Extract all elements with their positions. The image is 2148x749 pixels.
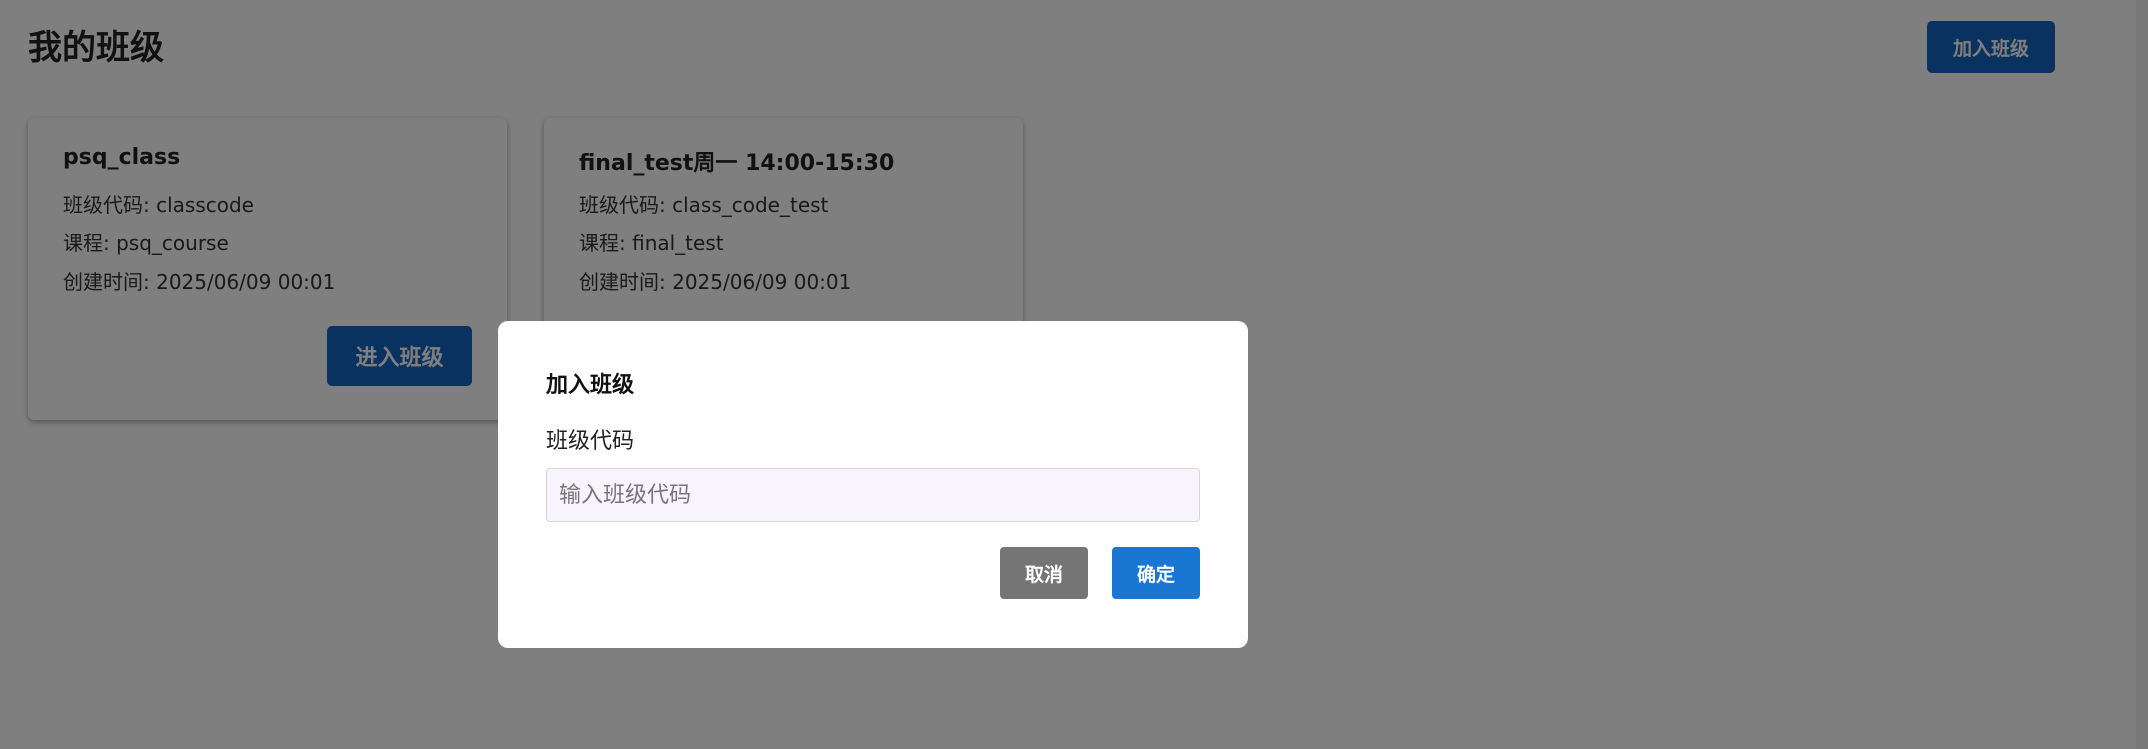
class-code-label: 班级代码 xyxy=(546,429,635,454)
confirm-button[interactable]: 确定 xyxy=(1112,547,1200,599)
page: 我的班级 加入班级 psq_class 班级代码: classcode 课程: … xyxy=(0,0,2148,749)
cancel-button[interactable]: 取消 xyxy=(1000,547,1088,599)
dialog-title: 加入班级 xyxy=(546,373,635,398)
join-class-dialog: 加入班级 班级代码 取消 确定 xyxy=(498,321,1248,648)
class-code-input[interactable] xyxy=(546,468,1200,522)
